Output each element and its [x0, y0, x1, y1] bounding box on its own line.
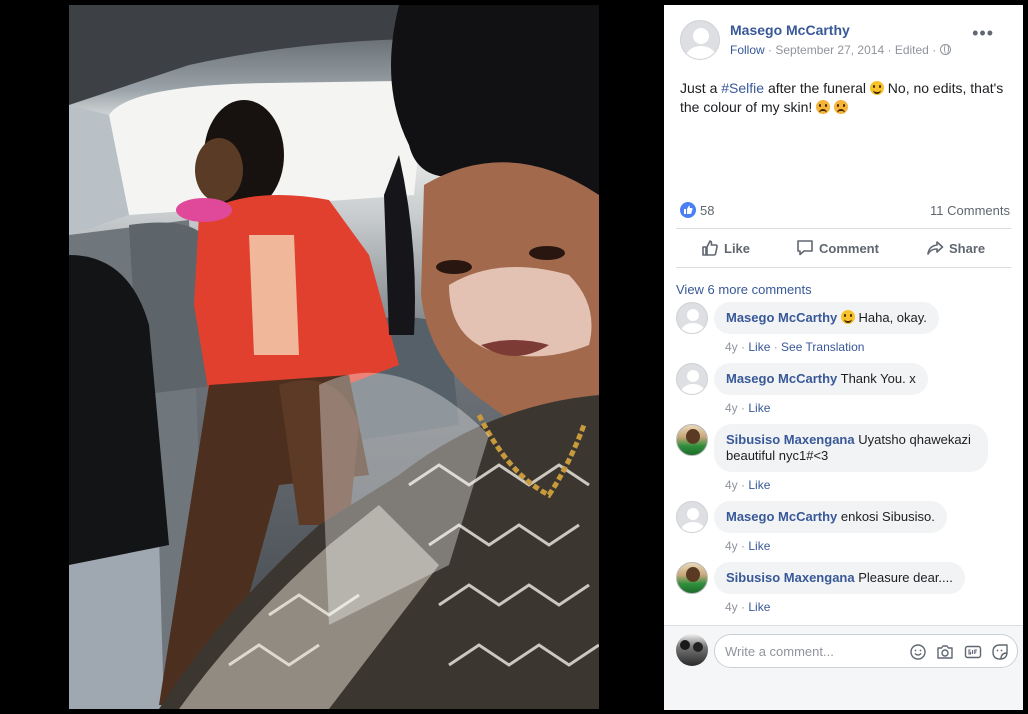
comment-button[interactable]: Comment [796, 239, 879, 259]
sticker-icon[interactable] [991, 643, 1009, 661]
like-button[interactable]: Like [701, 239, 750, 259]
commenter-name-link[interactable]: Masego McCarthy [726, 371, 837, 386]
comment-like-link[interactable]: Like [748, 401, 770, 415]
view-more-comments-link[interactable]: View 6 more comments [676, 282, 812, 297]
comment-text: Thank You. x [837, 371, 916, 386]
hashtag-link[interactable]: #Selfie [721, 80, 764, 96]
meta-dot: · [737, 600, 749, 614]
smile-emoji-icon [840, 310, 855, 324]
like-reaction-icon[interactable] [680, 202, 696, 218]
post-header: Masego McCarthy Follow · September 27, 2… [680, 20, 1010, 64]
current-user-avatar[interactable] [676, 634, 708, 666]
comments-section: View 6 more comments Masego McCarthy Hah… [664, 268, 1023, 625]
see-translation-link[interactable]: See Translation [781, 340, 864, 354]
post-action-bar: Like Comment Share [676, 228, 1011, 268]
meta-dot: · [770, 340, 782, 354]
smile-emoji-icon [869, 81, 884, 95]
photo-viewer [0, 0, 664, 714]
comment-input[interactable] [725, 635, 905, 667]
meta-dot: · [737, 539, 749, 553]
commenter-name-link[interactable]: Masego McCarthy [726, 310, 837, 325]
comment-age[interactable]: 4y [725, 478, 738, 492]
comment-bubble: Masego McCarthy enkosi Sibusiso. [714, 501, 947, 533]
comment-meta: 4y · Like [725, 600, 770, 614]
meta-dot: · [932, 43, 940, 57]
author-avatar[interactable] [680, 20, 720, 60]
comment-bubble: Masego McCarthy Haha, okay. [714, 302, 939, 334]
commenter-avatar[interactable] [676, 501, 708, 533]
comment-like-link[interactable]: Like [748, 478, 770, 492]
comment-like-link[interactable]: Like [748, 340, 770, 354]
like-count[interactable]: 58 [700, 203, 714, 218]
comment-age[interactable]: 4y [725, 401, 738, 415]
commenter-avatar[interactable] [676, 562, 708, 594]
comment-bubble: Sibusiso Maxengana Uyatsho qhawekazi bea… [714, 424, 988, 472]
comment-age[interactable]: 4y [725, 600, 738, 614]
meta-dot: · [887, 43, 895, 57]
post-photo[interactable] [69, 5, 599, 709]
composer-icons [904, 643, 1009, 661]
gif-icon[interactable] [964, 643, 982, 661]
meta-dot: · [737, 340, 749, 354]
follow-link[interactable]: Follow [730, 43, 765, 57]
comment-input-box[interactable] [714, 634, 1018, 668]
frown-emoji-icon [834, 100, 849, 114]
post-meta: Follow · September 27, 2014 · Edited · [730, 43, 951, 57]
caption-text-2: after the funeral [764, 80, 870, 96]
post-caption: Just a #Selfie after the funeral No, no … [680, 79, 1010, 117]
share-label: Share [949, 241, 986, 256]
edited-label[interactable]: Edited [895, 43, 929, 57]
comment-age[interactable]: 4y [725, 539, 738, 553]
comment-text: enkosi Sibusiso. [837, 509, 935, 524]
commenter-avatar[interactable] [676, 424, 708, 456]
post-side-panel: Masego McCarthy Follow · September 27, 2… [664, 5, 1023, 710]
meta-dot: · [737, 478, 749, 492]
camera-icon[interactable] [936, 643, 954, 661]
comment-bubble: Masego McCarthy Thank You. x [714, 363, 928, 395]
comment-meta: 4y · Like [725, 401, 770, 415]
more-options-icon[interactable]: ••• [972, 24, 994, 42]
commenter-avatar[interactable] [676, 363, 708, 395]
like-label: Like [724, 241, 751, 256]
comment-like-link[interactable]: Like [748, 539, 770, 553]
comment-text: Haha, okay. [854, 310, 927, 325]
emoji-picker-icon[interactable] [909, 643, 927, 661]
commenter-avatar[interactable] [676, 302, 708, 334]
comment-meta: 4y · Like [725, 478, 770, 492]
comment-meta: 4y · Like · See Translation [725, 340, 864, 354]
reaction-summary: 58 11 Comments [680, 201, 1010, 221]
comment-meta: 4y · Like [725, 539, 770, 553]
selfie-photo-illustration [69, 5, 599, 709]
comment-age[interactable]: 4y [725, 340, 738, 354]
post-date[interactable]: September 27, 2014 [775, 43, 884, 57]
author-name-link[interactable]: Masego McCarthy [730, 22, 850, 38]
comment-text: Pleasure dear.... [854, 570, 953, 585]
globe-icon[interactable] [939, 44, 951, 55]
comment-like-link[interactable]: Like [748, 600, 770, 614]
commenter-name-link[interactable]: Masego McCarthy [726, 509, 837, 524]
thumbs-up-icon [702, 240, 718, 256]
comment-count[interactable]: 11 Comments [930, 203, 1010, 218]
share-button[interactable]: Share [926, 239, 985, 259]
frown-emoji-icon [816, 100, 831, 114]
caption-text-1: Just a [680, 80, 722, 96]
share-icon [927, 241, 944, 255]
meta-dot: · [737, 401, 749, 415]
comment-label: Comment [819, 241, 879, 256]
commenter-name-link[interactable]: Sibusiso Maxengana [726, 432, 855, 447]
comment-composer [664, 625, 1023, 710]
comment-icon [797, 240, 813, 256]
comment-bubble: Sibusiso Maxengana Pleasure dear.... [714, 562, 965, 594]
commenter-name-link[interactable]: Sibusiso Maxengana [726, 570, 855, 585]
